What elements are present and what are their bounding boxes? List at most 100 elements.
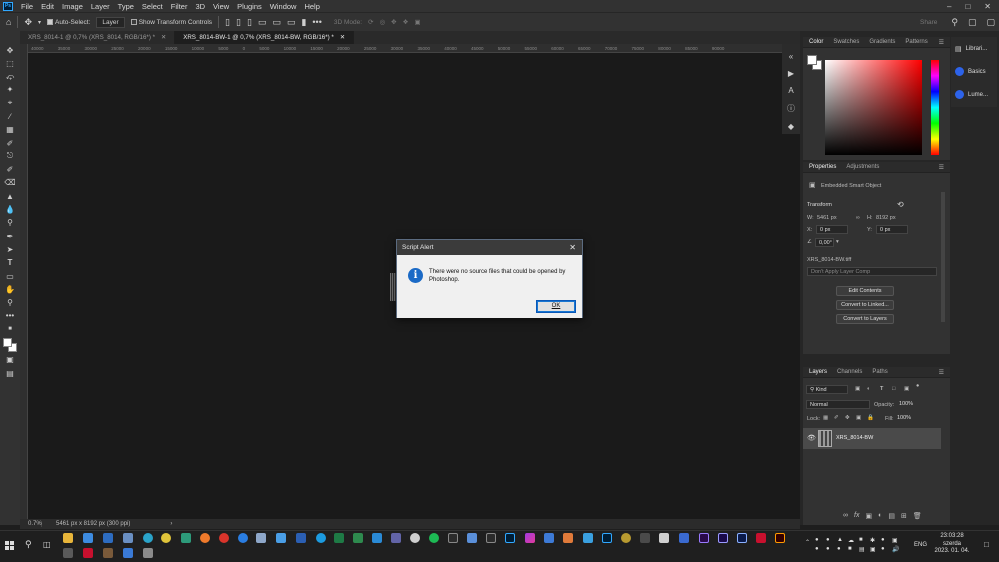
app-media-encoder-icon[interactable] — [737, 533, 747, 543]
libraries-item[interactable]: ▤ Librari... — [955, 45, 987, 53]
minimize-icon[interactable]: – — [947, 2, 951, 11]
default-colors-icon[interactable]: ■ — [4, 324, 16, 334]
language-indicator[interactable]: ENG — [914, 542, 927, 548]
quick-mask-icon[interactable]: ▣ — [4, 355, 16, 365]
layer-row[interactable]: 👁 XRS_8014-BW — [803, 428, 941, 449]
type-tool-icon[interactable]: T — [4, 258, 16, 268]
w-value[interactable]: 5461 px — [817, 215, 837, 221]
menu-plugins[interactable]: Plugins — [233, 2, 266, 11]
app-pictures-icon[interactable] — [583, 533, 593, 543]
tray-app-4-icon[interactable]: ■ — [859, 537, 863, 543]
app-paint-icon[interactable] — [563, 533, 573, 543]
align-top-icon[interactable]: ▭ — [258, 17, 267, 28]
show-transform-checkbox[interactable]: Show Transform Controls — [130, 19, 212, 26]
zoom-level[interactable]: 0.7% — [20, 521, 42, 527]
menu-edit[interactable]: Edit — [37, 2, 58, 11]
app-row2-1-icon[interactable] — [63, 548, 73, 558]
app-video-icon[interactable] — [679, 533, 689, 543]
app-capture-icon[interactable] — [640, 533, 650, 543]
character-icon[interactable]: A — [788, 86, 793, 95]
close-icon[interactable]: ✕ — [569, 243, 576, 252]
search-icon[interactable]: ⚲ — [951, 17, 958, 28]
app-teams-icon[interactable] — [391, 533, 401, 543]
menu-file[interactable]: File — [17, 2, 37, 11]
zoom-tool-icon[interactable]: ⚲ — [4, 298, 16, 308]
healing-tool-icon[interactable]: ▦ — [4, 125, 16, 135]
chevron-down-icon[interactable]: ▾ — [836, 239, 839, 245]
app-row2-5-icon[interactable] — [143, 548, 153, 558]
auto-select-checkbox[interactable]: Auto-Select: — [47, 19, 90, 26]
lock-brush-icon[interactable]: ✐ — [834, 415, 839, 421]
tray-cloud-icon[interactable]: ☁ — [848, 537, 854, 544]
lasso-tool-icon[interactable]: ⤽ — [4, 72, 16, 82]
chevron-right-icon[interactable]: › — [170, 521, 172, 527]
menu-layer[interactable]: Layer — [87, 2, 114, 11]
task-view-icon[interactable]: ◫ — [43, 540, 51, 549]
tab-document-2[interactable]: XRS_8014-BW-1 @ 0,7% (XRS_8014-BW, RGB/1… — [175, 31, 354, 44]
3d-roll-icon[interactable]: ◎ — [379, 18, 385, 26]
hue-slider[interactable] — [931, 60, 939, 155]
tray-chevron-icon[interactable]: ⌃ — [805, 539, 810, 546]
tray-app-10-icon[interactable]: ■ — [848, 546, 852, 552]
tray-bluetooth-icon[interactable]: ✱ — [870, 537, 875, 544]
align-center-icon[interactable]: ▯ — [236, 17, 241, 28]
y-field[interactable]: 0 px — [876, 225, 908, 234]
app-bridge-icon[interactable] — [448, 533, 458, 543]
h-value[interactable]: 8192 px — [876, 215, 896, 221]
x-field[interactable]: 0 px — [816, 225, 848, 234]
3d-orbit-icon[interactable]: ⟳ — [368, 18, 373, 26]
tray-app-9-icon[interactable]: ● — [837, 546, 841, 552]
menu-window[interactable]: Window — [266, 2, 301, 11]
angle-field[interactable]: 0,00° — [815, 238, 834, 247]
app-row2-3-icon[interactable] — [103, 548, 113, 558]
auto-select-target-select[interactable]: Layer — [96, 16, 125, 28]
close-tab-icon[interactable]: ✕ — [340, 34, 345, 41]
fx-icon[interactable]: fx — [854, 512, 859, 520]
tray-app-1-icon[interactable]: ● — [815, 537, 819, 543]
filter-toggle-icon[interactable]: ● — [916, 383, 919, 389]
photoshop-logo-icon[interactable]: Ps — [3, 1, 13, 11]
notification-icon[interactable]: □ — [984, 540, 989, 549]
fill-field[interactable]: 100% — [894, 414, 918, 423]
tray-app-6-icon[interactable]: ▣ — [892, 537, 898, 544]
app-camera-icon[interactable] — [544, 533, 554, 543]
layer-comp-select[interactable]: Don't Apply Layer Comp — [807, 267, 937, 276]
edit-contents-button[interactable]: Edit Contents — [836, 286, 894, 296]
filter-pixel-icon[interactable]: ▣ — [855, 386, 860, 392]
app-tool-icon[interactable] — [181, 533, 191, 543]
tab-color[interactable]: Color — [809, 39, 823, 45]
close-icon[interactable]: ✕ — [984, 2, 991, 11]
app-gallery-icon[interactable] — [467, 533, 477, 543]
panel-menu-icon[interactable]: ☰ — [939, 39, 944, 46]
foreground-color-chip[interactable] — [807, 55, 817, 65]
stamp-tool-icon[interactable]: ⎋ — [4, 151, 16, 161]
tab-layers[interactable]: Layers — [809, 369, 827, 375]
filter-adjustment-icon[interactable]: ◐ — [867, 386, 870, 392]
app-messenger-icon[interactable] — [238, 533, 248, 543]
tab-swatches[interactable]: Swatches — [833, 39, 859, 45]
plugin-icon[interactable]: ◆ — [788, 122, 794, 131]
link-layers-icon[interactable]: ∞ — [843, 512, 848, 520]
align-left-icon[interactable]: ▯ — [225, 17, 230, 28]
reset-transform-icon[interactable]: ⟲ — [897, 200, 904, 209]
app-aftereffects-icon[interactable] — [718, 533, 728, 543]
app-explorer-icon[interactable] — [63, 533, 73, 543]
foreground-background-swatch[interactable] — [3, 337, 17, 352]
app-monitor-icon[interactable] — [103, 533, 113, 543]
opacity-field[interactable]: 100% — [896, 400, 920, 409]
app-lightroom-icon[interactable] — [602, 533, 612, 543]
app-excel-icon[interactable] — [334, 533, 344, 543]
app-gradient-icon[interactable] — [525, 533, 535, 543]
lock-all-icon[interactable]: 🔒 — [867, 415, 874, 421]
close-tab-icon[interactable]: ✕ — [161, 34, 166, 41]
app-acrobat-reader-icon[interactable] — [83, 548, 93, 558]
visibility-eye-icon[interactable]: 👁 — [807, 434, 816, 442]
collapse-icon[interactable]: « — [789, 52, 793, 61]
search-icon[interactable]: ⚲ — [25, 539, 32, 550]
app-notes-icon[interactable] — [256, 533, 266, 543]
basics-item[interactable]: Basics — [955, 67, 986, 76]
tray-app-8-icon[interactable]: ● — [826, 546, 830, 552]
app-edge-icon[interactable] — [143, 533, 153, 543]
dialog-title-bar[interactable]: Script Alert ✕ — [397, 240, 582, 255]
tab-gradients[interactable]: Gradients — [869, 39, 895, 45]
